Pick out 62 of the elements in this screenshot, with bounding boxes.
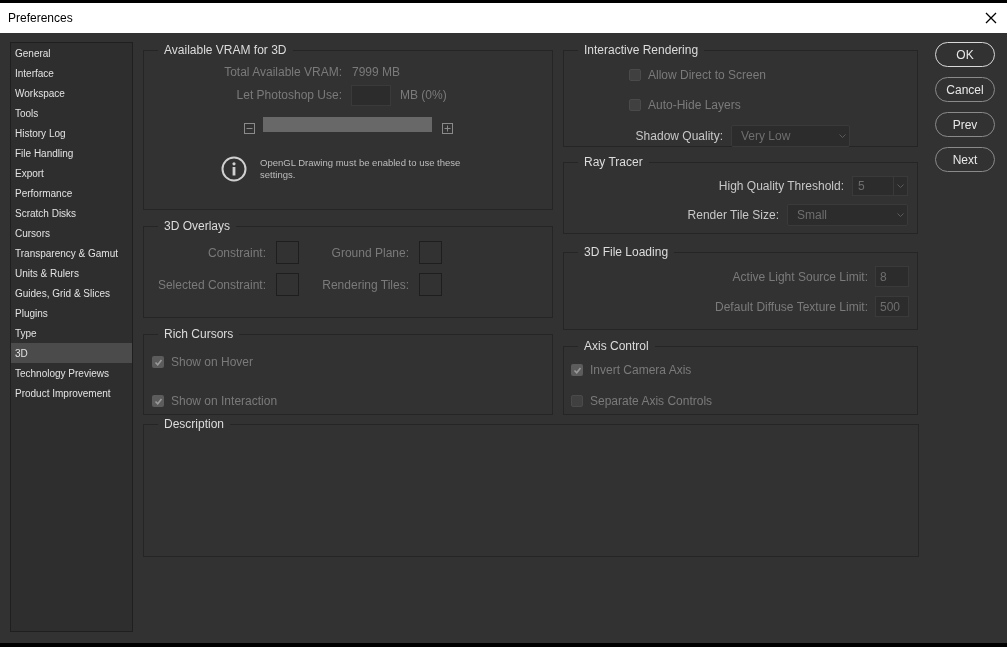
sidebar-item[interactable]: Transparency & Gamut — [11, 243, 132, 263]
close-icon[interactable] — [985, 12, 997, 24]
unit-label: MB (0%) — [400, 87, 447, 104]
dialog-button[interactable]: Prev — [935, 112, 995, 137]
checkbox[interactable] — [571, 364, 583, 376]
field-label: High Quality Threshold: — [717, 178, 844, 195]
sidebar-item[interactable]: Scratch Disks — [11, 203, 132, 223]
sidebar-item[interactable]: Workspace — [11, 83, 132, 103]
group-title: 3D Overlays — [158, 218, 237, 234]
checkbox-label: Auto-Hide Layers — [648, 97, 741, 114]
sidebar-item[interactable]: 3D — [11, 343, 132, 363]
sidebar-item[interactable]: Type — [11, 323, 132, 343]
group-title: 3D File Loading — [578, 244, 675, 260]
chevron-icon — [839, 133, 846, 139]
dialog-button[interactable]: Cancel — [935, 77, 995, 102]
checkbox-label: Invert Camera Axis — [590, 362, 692, 379]
sidebar-item[interactable]: Technology Previews — [11, 363, 132, 383]
sidebar-item[interactable]: Units & Rulers — [11, 263, 132, 283]
sidebar-item[interactable]: Cursors — [11, 223, 132, 243]
checkbox-label: Separate Axis Controls — [590, 393, 713, 410]
sidebar-item[interactable]: Guides, Grid & Slices — [11, 283, 132, 303]
field-label: Default Diffuse Texture Limit: — [714, 298, 868, 316]
sidebar-item[interactable]: Plugins — [11, 303, 132, 323]
sidebar-item[interactable]: Performance — [11, 183, 132, 203]
field-label: Let Photoshop Use: — [235, 87, 342, 104]
field-label: Total Available VRAM: — [223, 64, 342, 81]
group-title: Interactive Rendering — [578, 42, 705, 58]
sidebar-item[interactable]: History Log — [11, 123, 132, 143]
value-text: 7999 MB — [352, 64, 401, 81]
chevron-icon — [897, 183, 904, 189]
checkbox[interactable] — [152, 356, 164, 368]
sidebar-item[interactable]: Product Improvement — [11, 383, 132, 403]
checkbox[interactable] — [152, 395, 164, 407]
field-label: Ground Plane: — [330, 244, 409, 262]
sidebar-item[interactable]: General — [11, 43, 132, 63]
dialog-button[interactable]: Next — [935, 147, 995, 172]
sidebar-item[interactable]: Interface — [11, 63, 132, 83]
field-label: Rendering Tiles: — [321, 276, 409, 294]
group-title: Description — [158, 416, 231, 432]
plus-icon[interactable] — [442, 123, 453, 134]
window-title: Preferences — [8, 10, 73, 27]
group-title: Ray Tracer — [578, 154, 649, 170]
dialog-button[interactable]: OK — [935, 42, 995, 67]
info-note: OpenGL Drawing must be enabled to use these settings. — [260, 157, 462, 181]
field-label: Active Light Source Limit: — [731, 268, 868, 286]
checkbox-label: Show on Hover — [171, 354, 254, 371]
field-label: Constraint: — [206, 244, 266, 262]
checkbox-label: Show on Interaction — [171, 393, 278, 410]
checkbox[interactable] — [571, 395, 583, 407]
slider-track[interactable] — [263, 117, 432, 132]
sidebar-item[interactable]: Export — [11, 163, 132, 183]
chevron-icon — [897, 212, 904, 218]
minus-icon[interactable] — [244, 123, 255, 134]
field-label: Selected Constraint: — [156, 276, 266, 294]
checkbox[interactable] — [629, 99, 641, 111]
field-label: Render Tile Size: — [686, 207, 779, 224]
checkbox-label: Allow Direct to Screen — [648, 67, 767, 84]
info-icon — [221, 156, 247, 182]
field-label: Shadow Quality: — [634, 128, 723, 145]
checkbox[interactable] — [629, 69, 641, 81]
sidebar-item[interactable]: Tools — [11, 103, 132, 123]
sidebar-item[interactable]: File Handling — [11, 143, 132, 163]
